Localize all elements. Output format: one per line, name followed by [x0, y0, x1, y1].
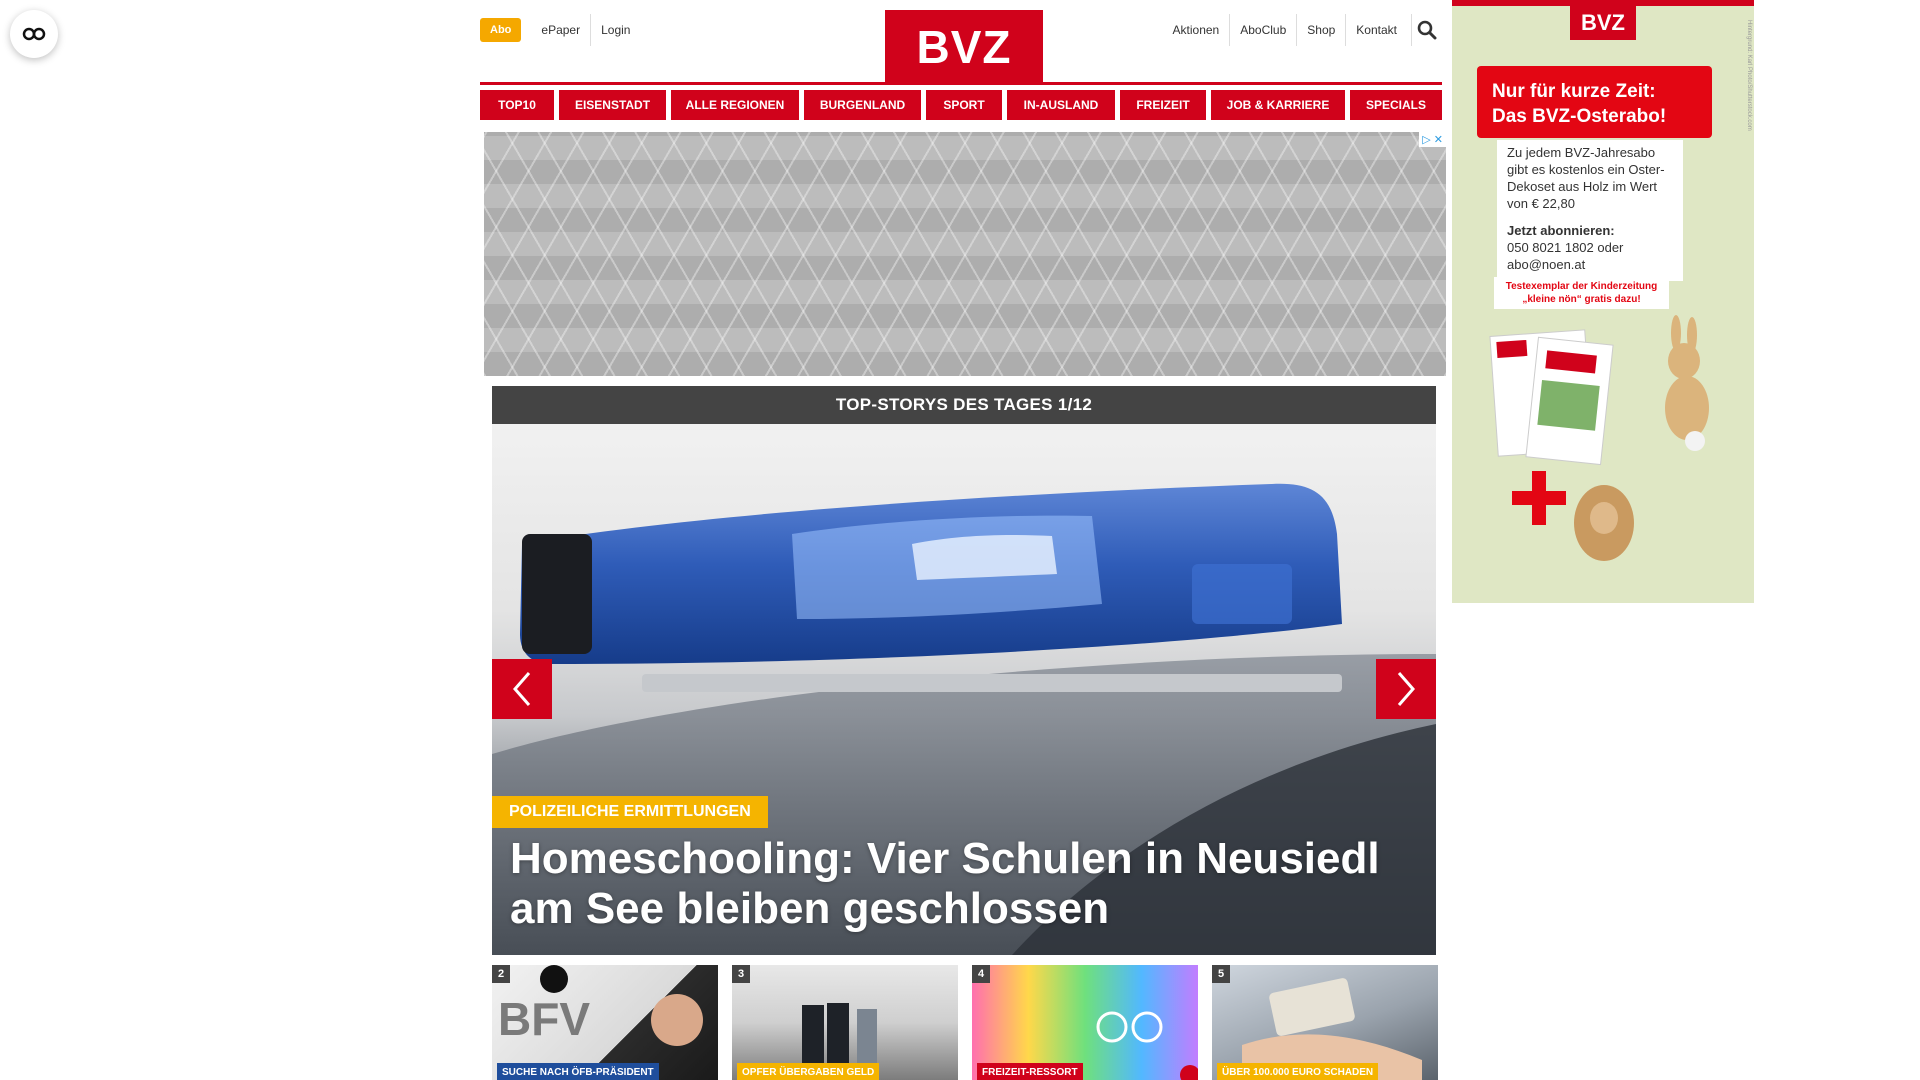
story-kicker: POLIZEILICHE ERMITTLUNGEN [492, 796, 768, 828]
bunny-icon [1665, 315, 1709, 451]
abo-button[interactable]: Abo [480, 18, 522, 42]
nav-top10[interactable]: TOP10 [480, 90, 554, 120]
nav-eisenstadt[interactable]: EISENSTADT [559, 90, 666, 120]
carousel-next-button[interactable] [1376, 659, 1436, 719]
nav-alle-regionen[interactable]: ALLE REGIONEN [671, 90, 799, 120]
story-headline[interactable]: Homeschooling: Vier Schulen in Neusiedl … [510, 834, 1410, 934]
bvz-logo[interactable]: BVZ [885, 10, 1043, 84]
ad-title: Nur für kurze Zeit: Das BVZ-Osterabo! [1477, 66, 1712, 138]
top-story-hero[interactable]: POLIZEILICHE ERMITTLUNGEN Homeschooling:… [492, 424, 1436, 955]
plus-icon [1512, 471, 1566, 525]
top-nav-left: Abo ePaper Login [480, 14, 640, 46]
ad-strip-line1: Testexemplar der Kinderzeitung [1505, 281, 1658, 292]
epaper-link[interactable]: ePaper [531, 14, 590, 46]
adchoices-icon[interactable]: ▷ ✕ [1419, 132, 1446, 147]
thumb-number: 3 [732, 965, 750, 983]
search-icon [1417, 20, 1437, 40]
ad-cta-phone: 050 8021 1802 oder [1507, 240, 1624, 255]
thumb-label: FREIZEIT-RESSORT [977, 1063, 1083, 1080]
glasses-icon [22, 27, 46, 41]
shop-link[interactable]: Shop [1296, 14, 1345, 46]
ad-promo-strip: Testexemplar der Kinderzeitung „kleine n… [1494, 277, 1669, 309]
story-thumbnails: 2 BFV SUCHE NACH ÖFB-PRÄSIDENT 3 OPFER Ü… [492, 965, 1438, 1080]
aktionen-link[interactable]: Aktionen [1163, 14, 1230, 46]
search-button[interactable] [1411, 14, 1442, 46]
ad-cta-email: abo@noen.at [1507, 257, 1586, 272]
ad-body: Zu jedem BVZ-Jahresabo gibt es kostenlos… [1497, 140, 1683, 281]
nav-specials[interactable]: SPECIALS [1350, 90, 1442, 120]
thumb-number: 2 [492, 965, 510, 983]
kontakt-link[interactable]: Kontakt [1345, 14, 1407, 46]
story-thumb-3[interactable]: 3 OPFER ÜBERGABEN GELD [732, 965, 958, 1080]
carousel-prev-button[interactable] [492, 659, 552, 719]
svg-text:BFV: BFV [498, 993, 590, 1045]
login-link[interactable]: Login [590, 14, 640, 46]
ad-bvz-logo: BVZ [1570, 6, 1636, 40]
thumb-label: SUCHE NACH ÖFB-PRÄSIDENT [497, 1063, 659, 1080]
main-navigation: TOP10 EISENSTADT ALLE REGIONEN BURGENLAN… [480, 90, 1442, 120]
ad-title-line1: Nur für kurze Zeit: [1492, 81, 1656, 102]
thumb-label: OPFER ÜBERGABEN GELD [737, 1063, 880, 1080]
aboclub-link[interactable]: AboClub [1229, 14, 1296, 46]
ad-product-illustration [1489, 315, 1709, 561]
thumb-number: 5 [1212, 965, 1230, 983]
nav-in-ausland[interactable]: IN-AUSLAND [1007, 90, 1115, 120]
story-thumb-2[interactable]: 2 BFV SUCHE NACH ÖFB-PRÄSIDENT [492, 965, 718, 1080]
story-thumb-5[interactable]: 5 ÜBER 100.000 EURO SCHADEN [1212, 965, 1438, 1080]
top-stories-header: TOP-STORYS DES TAGES 1/12 [492, 386, 1436, 424]
header-divider [480, 82, 1442, 85]
top-nav-right: Aktionen AboClub Shop Kontakt [1153, 14, 1442, 46]
chevron-right-icon [1397, 672, 1415, 706]
ad-photo-credit: Hintergrund: Karl Photo/Shutterstock.com [1746, 20, 1752, 131]
ad-title-line2: Das BVZ-Osterabo! [1492, 106, 1667, 127]
nav-job-karriere[interactable]: JOB & KARRIERE [1211, 90, 1345, 120]
advertisement-banner[interactable]: ▷ ✕ [484, 132, 1446, 376]
newspaper-icon [1489, 329, 1614, 466]
egg-icon [1574, 485, 1634, 561]
story-thumb-4[interactable]: 4 FREIZEIT-RESSORT [972, 965, 1198, 1080]
sidebar-advertisement[interactable]: BVZ Hintergrund: Karl Photo/Shutterstock… [1452, 0, 1754, 603]
accessibility-toggle-button[interactable] [10, 10, 58, 58]
ad-cta-title: Jetzt abonnieren: [1507, 223, 1615, 238]
ad-strip-line2: „kleine nön“ gratis dazu! [1522, 294, 1641, 305]
nav-burgenland[interactable]: BURGENLAND [804, 90, 921, 120]
nav-freizeit[interactable]: FREIZEIT [1120, 90, 1206, 120]
nav-sport[interactable]: SPORT [926, 90, 1002, 120]
chevron-left-icon [513, 672, 531, 706]
thumb-number: 4 [972, 965, 990, 983]
ad-body-text: Zu jedem BVZ-Jahresabo gibt es kostenlos… [1507, 145, 1665, 211]
thumb-label: ÜBER 100.000 EURO SCHADEN [1217, 1063, 1379, 1080]
